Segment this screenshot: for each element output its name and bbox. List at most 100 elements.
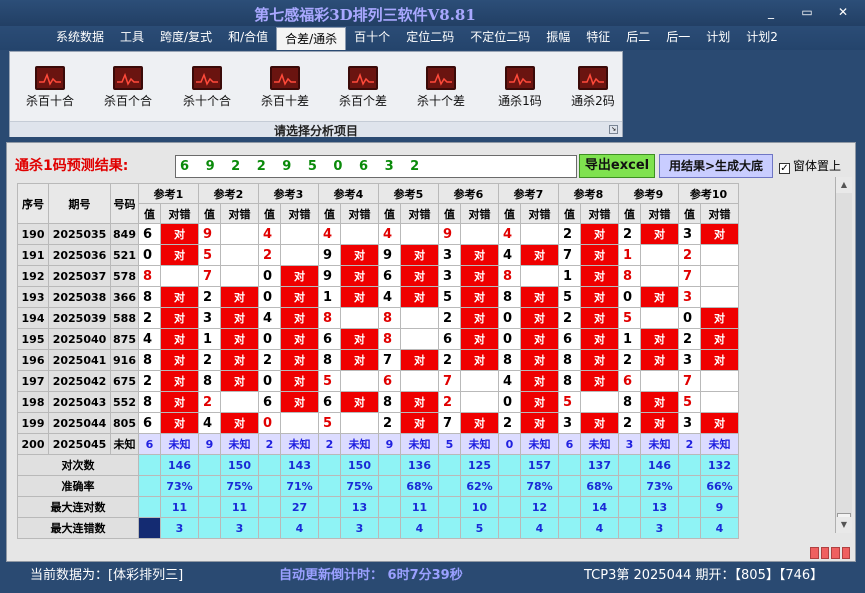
stats-spacer: [558, 517, 581, 539]
vertical-scrollbar[interactable]: ▲ ▼: [835, 177, 852, 533]
stats-value: 4: [700, 517, 739, 539]
stats-spacer: [618, 454, 641, 476]
ref-value: 5: [558, 391, 581, 413]
ribbon-button[interactable]: 杀十个合: [172, 66, 242, 114]
table-row[interactable]: 192 2025037 578 8 7 0 对 9 对 6 对 3 对 8 1 对 8 7: [17, 265, 739, 287]
menu-item[interactable]: 跨度/复式: [152, 26, 220, 50]
table-row[interactable]: 198 2025043 552 8 对 2 6 对 6 对 8 对 2 0 对 5 8 对 5: [17, 391, 739, 413]
col-header-ref: 参考4: [318, 183, 379, 204]
ref-result: 对: [520, 328, 559, 350]
ref-value: 3: [438, 244, 461, 266]
scroll-up-icon[interactable]: ▲: [836, 177, 852, 193]
table-row[interactable]: 193 2025038 366 8 对 2 对 0 对 1 对 4 对 5 对 8 对 5 对 0 对 3: [17, 286, 739, 308]
stats-value: 136: [400, 454, 439, 476]
col-header-number: 号码: [110, 183, 139, 224]
ref-result: [640, 244, 679, 266]
ref-value: 0: [258, 412, 281, 434]
menu-item[interactable]: 振幅: [538, 26, 578, 50]
ref-result: 对: [580, 349, 619, 371]
dialog-launcher-icon[interactable]: ↘: [609, 125, 618, 134]
stats-value: 27: [280, 496, 319, 518]
table-row[interactable]: 196 2025041 916 8 对 2 对 2 对 8 对 7 对 2 对 8 对 8 对 2 对 3 对: [17, 349, 739, 371]
table-row[interactable]: 194 2025039 588 2 对 3 对 4 对 8 8 2 对 0 对 2 对 5 0 对: [17, 307, 739, 329]
ref-value: 6: [618, 370, 641, 392]
table-row[interactable]: 199 2025044 805 6 对 4 对 0 5 2 对 7 对 2 对 3 对 2 对 3 对: [17, 412, 739, 434]
ref-value: 7: [678, 370, 701, 392]
generate-base-button[interactable]: 用结果>生成大底: [659, 154, 773, 178]
stats-spacer: [678, 475, 701, 497]
stats-value: 11: [160, 496, 199, 518]
row-period: 2025041: [48, 349, 111, 371]
ref-value: 4: [138, 328, 161, 350]
minimize-button[interactable]: _: [761, 5, 781, 19]
ribbon-button[interactable]: 杀百十合: [15, 66, 85, 114]
stats-label: 准确率: [17, 475, 139, 497]
ref-result: [580, 391, 619, 413]
stats-value: 11: [400, 496, 439, 518]
ref-value: 3: [678, 412, 701, 434]
subheader-value: 值: [558, 203, 581, 224]
ref-value: 9: [378, 433, 401, 455]
stats-value: 150: [220, 454, 259, 476]
table-row[interactable]: 197 2025042 675 2 对 8 对 0 对 5 6 7 4 对 8 对 6 7: [17, 370, 739, 392]
menu-item[interactable]: 工具: [112, 26, 152, 50]
menu-item[interactable]: 合差/通杀: [276, 27, 347, 50]
ref-result: [700, 286, 739, 308]
ref-value: 2: [438, 307, 461, 329]
ribbon-button[interactable]: 杀十个差: [406, 66, 476, 114]
ref-result: 对: [160, 244, 199, 266]
ribbon-button-label: 杀百个差: [338, 94, 387, 108]
row-number: 675: [110, 370, 139, 392]
ref-value: 1: [618, 244, 641, 266]
table-row[interactable]: 190 2025035 849 6 对 9 4 4 4 9 4 2 对 2 对 3 对: [17, 223, 739, 245]
ref-result-unknown: 未知: [520, 433, 559, 455]
main-content: 通杀1码预测结果: 6 9 2 2 9 5 0 6 3 2 导出excel 用结…: [6, 142, 856, 562]
ref-value: 4: [258, 223, 281, 245]
menu-item[interactable]: 定位二码: [398, 26, 462, 50]
stats-value: 66%: [700, 475, 739, 497]
ribbon-button[interactable]: 通杀1码: [485, 66, 555, 114]
export-excel-button[interactable]: 导出excel: [579, 154, 655, 178]
stats-value: 4: [580, 517, 619, 539]
ref-value: 2: [378, 412, 401, 434]
ref-value: 7: [438, 412, 461, 434]
ref-result: 对: [580, 244, 619, 266]
stats-spacer: [378, 475, 401, 497]
stats-spacer: [438, 496, 461, 518]
row-seq: 199: [17, 412, 49, 434]
ref-value: 3: [678, 349, 701, 371]
menu-item[interactable]: 后二: [618, 26, 658, 50]
stats-value: 146: [160, 454, 199, 476]
scroll-down-icon[interactable]: ▼: [836, 517, 852, 533]
ribbon-button[interactable]: 杀百个差: [328, 66, 398, 114]
ref-value: 8: [558, 349, 581, 371]
menu-item[interactable]: 计划: [698, 26, 738, 50]
menu-item[interactable]: 不定位二码: [462, 26, 538, 50]
prediction-result-field[interactable]: 6 9 2 2 9 5 0 6 3 2: [175, 155, 577, 178]
ribbon-button[interactable]: 通杀2码: [558, 66, 628, 114]
ribbon-button[interactable]: 杀百个合: [93, 66, 163, 114]
menu-item[interactable]: 计划2: [738, 26, 786, 50]
ref-result-unknown: 未知: [340, 433, 379, 455]
table-row[interactable]: 195 2025040 875 4 对 1 对 0 对 6 对 8 6 对 0 对 6 对 1 对 2 对: [17, 328, 739, 350]
ref-result: 对: [700, 349, 739, 371]
menu-item[interactable]: 特征: [578, 26, 618, 50]
stats-value: 12: [520, 496, 559, 518]
menu-item[interactable]: 系统数据: [48, 26, 112, 50]
stats-value: 75%: [220, 475, 259, 497]
table-row[interactable]: 191 2025036 521 0 对 5 2 9 对 9 对 3 对 4 对 7 对 1 2: [17, 244, 739, 266]
menu-item[interactable]: 百十个: [346, 26, 398, 50]
table-row-current[interactable]: 200 2025045 未知 6 未知 9 未知 2 未知 2 未知 9 未知 5 未知 0 未知 6 未知 3 未知 2…: [17, 433, 739, 455]
checkbox-check-icon[interactable]: ✓: [779, 163, 790, 174]
close-button[interactable]: ✕: [833, 5, 853, 19]
ref-result: 对: [580, 265, 619, 287]
menu-item[interactable]: 和/合值: [220, 26, 276, 50]
ref-result: 对: [400, 412, 439, 434]
topmost-checkbox[interactable]: ✓ 窗体置上: [779, 157, 841, 174]
ref-result: 对: [520, 307, 559, 329]
menu-item[interactable]: 后一: [658, 26, 698, 50]
ribbon-button[interactable]: 杀百十差: [250, 66, 320, 114]
ref-result: 对: [640, 349, 679, 371]
stats-spacer: [498, 454, 521, 476]
maximize-button[interactable]: ▭: [797, 5, 817, 19]
